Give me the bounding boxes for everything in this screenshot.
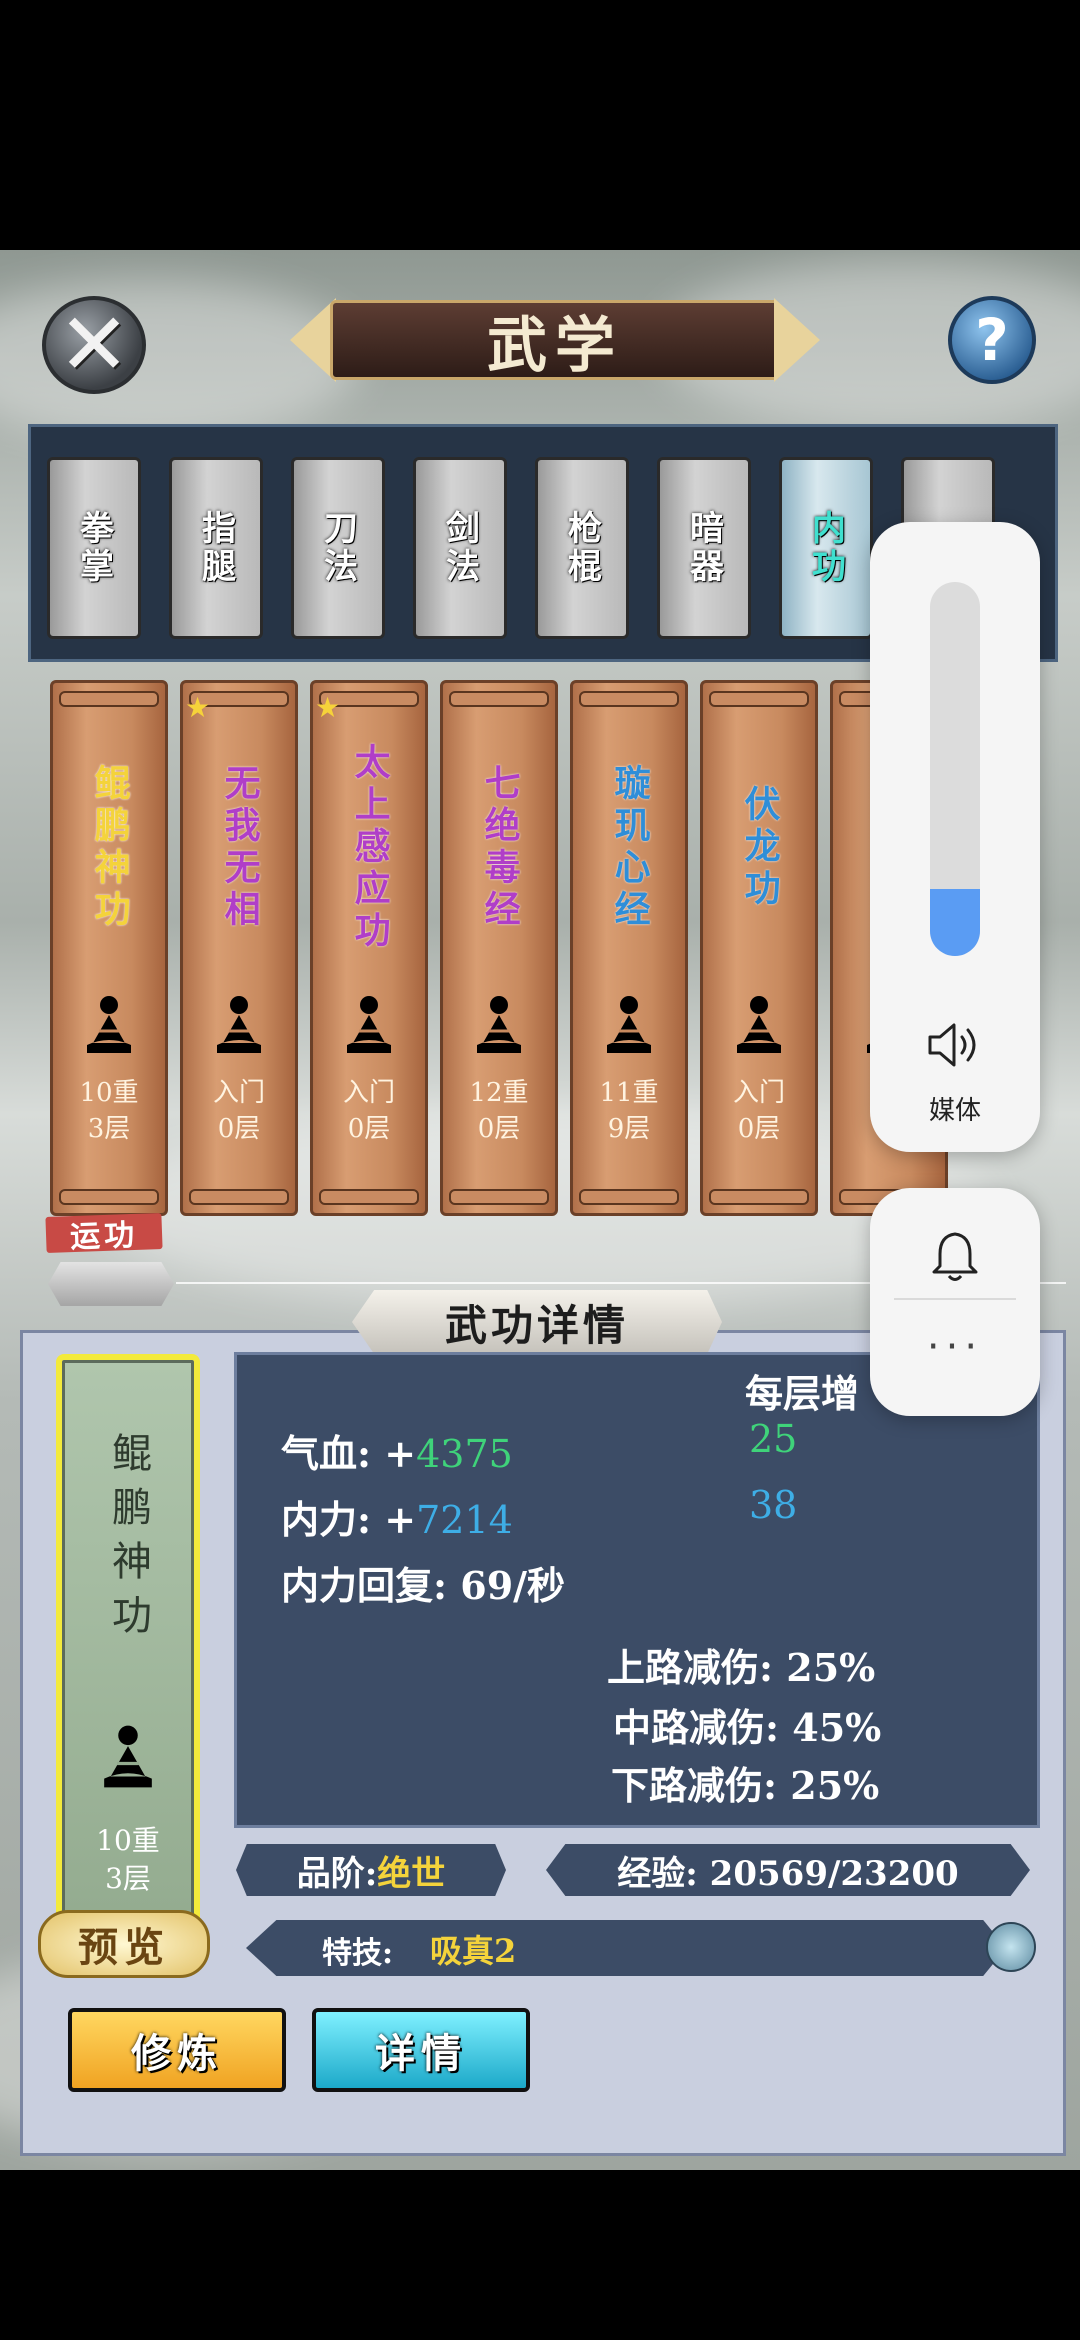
skill-level-1: 12重: [469, 1078, 529, 1108]
upper-reduction: 上路减伤: 25%: [607, 1645, 876, 1690]
info-icon[interactable]: [986, 1922, 1036, 1972]
skill-name: 无我无相: [218, 764, 261, 932]
right-arrow-icon: [774, 298, 820, 382]
tab-quanzhang[interactable]: 拳掌: [47, 457, 141, 639]
sound-mode-panel: ···: [870, 1188, 1040, 1416]
skill-level-2: 0层: [217, 1114, 261, 1144]
train-button[interactable]: 修炼: [68, 2008, 286, 2092]
scroll-rod: [579, 691, 679, 707]
page-title: 武学: [487, 310, 623, 381]
mp-increase: 38: [749, 1483, 798, 1527]
meditation-figure-icon: [607, 996, 651, 1053]
detail-title: 武功详情: [352, 1290, 722, 1354]
scroll-rod: [709, 691, 809, 707]
tab-qianggun[interactable]: 枪棍: [535, 457, 629, 639]
mp-regen: 内力回复: 69/秒: [281, 1563, 566, 1608]
skill-card[interactable]: 七绝毒经 12重 0层: [440, 680, 558, 1216]
volume-panel: 媒体: [870, 522, 1040, 1152]
close-button[interactable]: ✕: [42, 296, 146, 394]
meditation-figure-icon: [477, 996, 521, 1053]
speaker-icon[interactable]: [924, 1020, 986, 1070]
selected-skill-card: 鲲鹏神功 10重 3层: [56, 1354, 200, 1940]
skill-level-2: 9层: [607, 1114, 651, 1144]
skill-card[interactable]: 璇玑心经 11重 9层: [570, 680, 688, 1216]
mp-stat: 内力: +7214: [281, 1497, 513, 1542]
volume-label: 媒体: [928, 1096, 981, 1126]
scroll-rod: [319, 1189, 419, 1205]
skill-level-1: 入门: [342, 1078, 395, 1108]
title-plate: 武学: [290, 292, 820, 388]
scroll-rod: [59, 691, 159, 707]
help-button[interactable]: ?: [948, 296, 1036, 384]
hp-stat: 气血: +4375: [281, 1431, 513, 1476]
skill-name: 太上感应功: [348, 743, 391, 953]
skill-level-2: 0层: [477, 1114, 521, 1144]
yungong-label: 运功: [45, 1212, 163, 1255]
question-icon: ?: [975, 306, 1009, 374]
skill-card[interactable]: 鲲鹏神功 10重 3层: [50, 680, 168, 1216]
scroll-rod: [59, 1189, 159, 1205]
scroll-rod: [579, 1189, 679, 1205]
selected-skill-name: 鲲鹏神功: [105, 1432, 151, 1648]
tab-neigong[interactable]: 内功: [779, 457, 873, 639]
skill-level-2: 0层: [737, 1114, 781, 1144]
hp-increase: 25: [749, 1417, 798, 1461]
volume-level: [930, 888, 980, 956]
special-skill-bar: 特技: 吸真2: [246, 1920, 1006, 1976]
skill-level-1: 11重: [599, 1078, 659, 1108]
selected-level-2: 3层: [105, 1862, 151, 1895]
star-icon: ★: [315, 691, 341, 724]
more-options-button[interactable]: ···: [870, 1324, 1040, 1370]
close-icon: ✕: [57, 295, 131, 395]
scroll-rod: [449, 691, 549, 707]
skill-card[interactable]: 伏龙功入门 0层: [700, 680, 818, 1216]
tab-daofa[interactable]: 刀法: [291, 457, 385, 639]
special-skill-label: 特技:: [322, 1936, 394, 1971]
stats-box: 每层增 气血: +4375 25 内力: +7214 38 内力回复: 69/秒…: [234, 1352, 1040, 1828]
per-layer-header: 每层增: [745, 1371, 860, 1416]
scroll-rod: [189, 1189, 289, 1205]
yungong-slot[interactable]: [48, 1262, 174, 1306]
skill-name: 伏龙功: [738, 785, 781, 911]
middle-reduction: 中路减伤: 45%: [613, 1705, 882, 1750]
star-icon: ★: [185, 691, 211, 724]
exp-value: 经验: 20569/23200: [617, 1853, 959, 1894]
divider: [894, 1298, 1016, 1300]
skill-level-1: 10重: [79, 1078, 139, 1108]
skill-level-1: 入门: [732, 1078, 785, 1108]
tab-zhitui[interactable]: 指腿: [169, 457, 263, 639]
skill-card[interactable]: ★ 太上感应功入门 0层: [310, 680, 428, 1216]
bell-icon[interactable]: [926, 1228, 984, 1286]
volume-slider[interactable]: [930, 582, 980, 956]
skill-name: 七绝毒经: [478, 764, 521, 932]
scroll-rod: [709, 1189, 809, 1205]
special-skill-value: 吸真2: [430, 1932, 517, 1970]
details-button[interactable]: 详情: [312, 2008, 530, 2092]
skill-name: 鲲鹏神功: [88, 764, 131, 932]
preview-button[interactable]: 预览: [38, 1910, 210, 1978]
meditation-figure-icon: [87, 996, 131, 1053]
grade-value: 绝世: [377, 1853, 446, 1894]
meditation-figure-icon: [347, 996, 391, 1053]
skill-level-2: 3层: [87, 1114, 131, 1144]
tab-anqi[interactable]: 暗器: [657, 457, 751, 639]
grade-pill: 品阶: 绝世: [236, 1844, 506, 1896]
meditation-figure-icon: [104, 1725, 152, 1788]
meditation-figure-icon: [217, 996, 261, 1053]
exp-pill: 经验: 20569/23200: [546, 1844, 1030, 1896]
skill-level-1: 入门: [212, 1078, 265, 1108]
lower-reduction: 下路减伤: 25%: [611, 1763, 880, 1808]
skill-name: 璇玑心经: [608, 764, 651, 932]
skill-level-2: 0层: [347, 1114, 391, 1144]
scroll-rod: [449, 1189, 549, 1205]
meditation-figure-icon: [737, 996, 781, 1053]
selected-level-1: 10重: [96, 1824, 160, 1857]
tab-jianfa[interactable]: 剑法: [413, 457, 507, 639]
skill-card[interactable]: ★ 无我无相入门 0层: [180, 680, 298, 1216]
